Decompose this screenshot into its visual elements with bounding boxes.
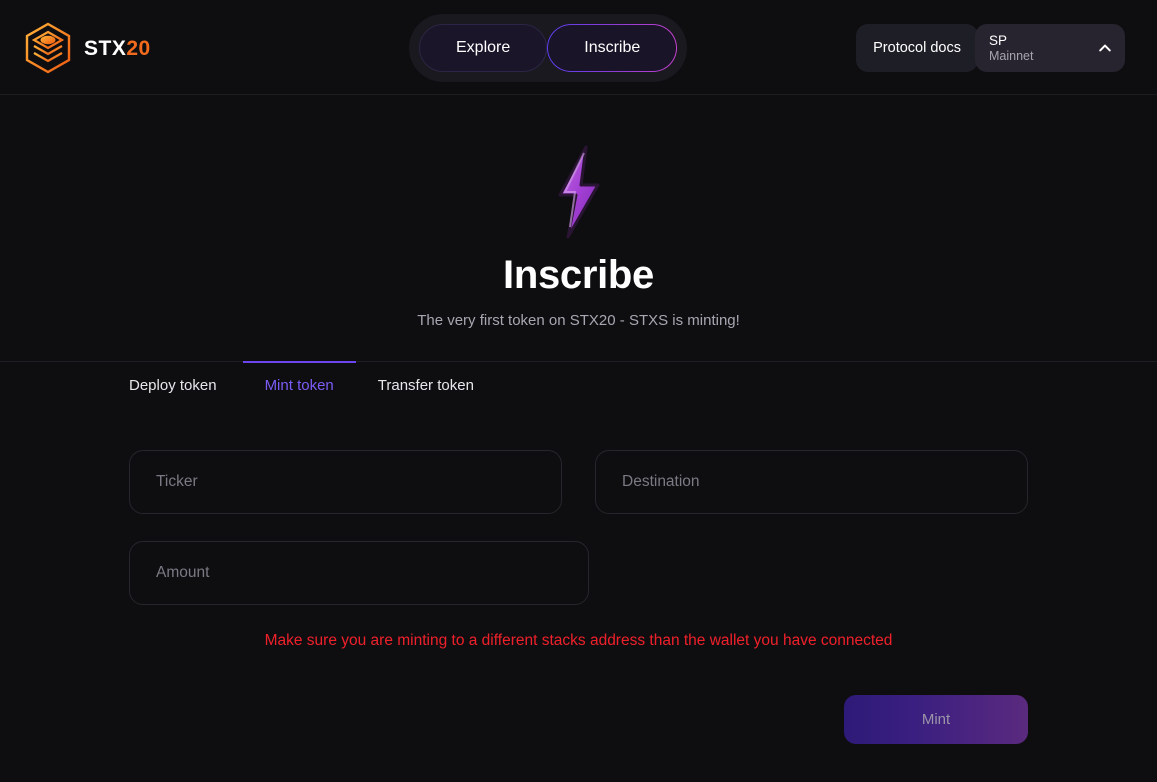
high-voltage-bolt-icon [540, 143, 618, 241]
tab-bar: Deploy token Mint token Transfer token [0, 361, 1157, 406]
stacked-hexagon-layers-icon [22, 22, 74, 74]
protocol-docs-label: Protocol docs [873, 40, 961, 56]
tab-mint-token[interactable]: Mint token [242, 361, 356, 406]
amount-field[interactable] [129, 541, 589, 605]
wallet-info: SP Mainnet [989, 33, 1033, 64]
form-row-2 [129, 541, 1028, 605]
form-row-1 [129, 450, 1028, 514]
main-nav: Explore Inscribe [409, 14, 688, 82]
chevron-up-icon [1097, 40, 1113, 56]
form-spacer [622, 541, 1028, 605]
brand-wordmark: STX20 [84, 38, 151, 59]
tab-deploy-token-label: Deploy token [129, 377, 217, 394]
submit-row: Mint [129, 695, 1028, 744]
nav-item-inscribe[interactable]: Inscribe [547, 24, 677, 72]
ticker-input[interactable] [156, 473, 535, 491]
hero-section: Inscribe The very first token on STX20 -… [0, 95, 1157, 329]
tab-transfer-token[interactable]: Transfer token [356, 361, 496, 406]
ticker-field[interactable] [129, 450, 562, 514]
page-title: Inscribe [503, 253, 654, 297]
app-root: STX20 Explore Inscribe Protocol docs SP … [0, 0, 1157, 782]
brand-name-suffix: 20 [126, 36, 151, 60]
tab-deploy-token[interactable]: Deploy token [129, 361, 239, 406]
wallet-network: Mainnet [989, 49, 1034, 64]
nav-item-inscribe-label: Inscribe [584, 39, 641, 56]
page-subtitle: The very first token on STX20 - STXS is … [417, 312, 740, 329]
wallet-address: SP [989, 32, 1008, 48]
nav-item-explore[interactable]: Explore [419, 24, 548, 72]
mint-button[interactable]: Mint [844, 695, 1028, 744]
brand-name-primary: STX [84, 36, 127, 60]
tab-transfer-token-label: Transfer token [377, 377, 474, 394]
destination-input[interactable] [622, 473, 1001, 491]
protocol-docs-button[interactable]: Protocol docs [856, 24, 978, 72]
amount-input[interactable] [156, 564, 562, 582]
destination-field[interactable] [595, 450, 1028, 514]
tab-mint-token-label: Mint token [264, 377, 334, 394]
brand-logo[interactable]: STX20 [22, 22, 151, 74]
warning-message: Make sure you are minting to a different… [264, 632, 893, 649]
wallet-dropdown[interactable]: SP Mainnet [975, 24, 1125, 72]
mint-form: Make sure you are minting to a different… [0, 450, 1157, 744]
nav-item-explore-label: Explore [456, 39, 511, 56]
top-header: STX20 Explore Inscribe Protocol docs SP … [0, 0, 1157, 95]
